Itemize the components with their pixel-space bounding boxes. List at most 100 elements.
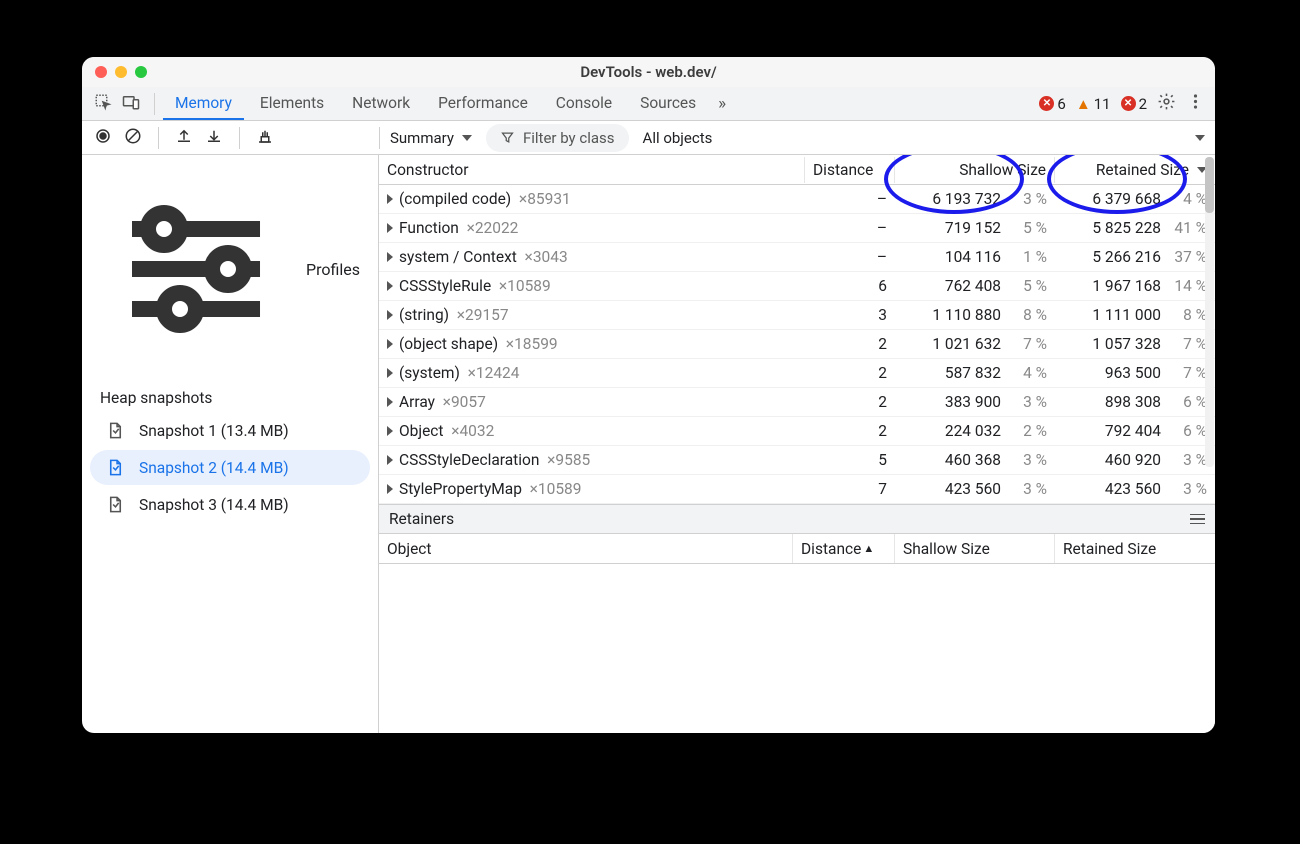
distance-cell: –: [805, 246, 895, 268]
col-constructor[interactable]: Constructor: [379, 157, 805, 183]
shallow-size-pct: 3 %: [1011, 393, 1047, 411]
tab-console[interactable]: Console: [544, 88, 624, 120]
table-row[interactable]: CSSStyleRule ×105896762 4085 %1 967 1681…: [379, 272, 1215, 301]
issues-badge[interactable]: ✕ 2: [1121, 95, 1147, 113]
shallow-size-value: 1 021 632: [932, 335, 1001, 353]
table-row[interactable]: StylePropertyMap ×105897423 5603 %423 56…: [379, 475, 1215, 504]
expand-icon[interactable]: [387, 368, 393, 378]
table-row[interactable]: (object shape) ×1859921 021 6327 %1 057 …: [379, 330, 1215, 359]
tab-network[interactable]: Network: [340, 88, 422, 120]
expand-icon[interactable]: [387, 339, 393, 349]
ret-col-distance[interactable]: Distance▲: [793, 534, 895, 563]
clear-icon[interactable]: [124, 127, 142, 149]
retained-size-pct: 6 %: [1171, 422, 1207, 440]
table-row[interactable]: Function ×22022–719 1525 %5 825 22841 %: [379, 214, 1215, 243]
tab-elements[interactable]: Elements: [248, 88, 336, 120]
instance-count: ×85931: [519, 190, 571, 208]
constructor-name: Function: [399, 219, 459, 237]
col-shallow-size[interactable]: Shallow Size: [895, 157, 1055, 183]
distance-cell: –: [805, 217, 895, 239]
scrollbar[interactable]: [1205, 157, 1214, 467]
collect-garbage-icon[interactable]: [256, 127, 274, 149]
retained-size-pct: 41 %: [1171, 219, 1207, 237]
snapshot-icon: [106, 495, 125, 514]
window-title: DevTools - web.dev/: [82, 63, 1215, 81]
col-retained-size[interactable]: Retained Size: [1055, 157, 1215, 183]
expand-icon[interactable]: [387, 310, 393, 320]
ret-col-retained[interactable]: Retained Size: [1055, 534, 1215, 563]
upload-icon[interactable]: [175, 127, 193, 149]
constructor-name: system / Context: [399, 248, 517, 266]
scrollbar-thumb[interactable]: [1205, 157, 1214, 213]
tab-sources[interactable]: Sources: [628, 88, 708, 120]
shallow-size-pct: 3 %: [1011, 190, 1047, 208]
snapshot-icon: [106, 458, 125, 477]
shallow-size-pct: 4 %: [1011, 364, 1047, 382]
download-icon[interactable]: [205, 127, 223, 149]
distance-cell: 5: [805, 449, 895, 471]
settings-icon[interactable]: [1157, 92, 1176, 115]
expand-icon[interactable]: [387, 281, 393, 291]
devtools-tabbar: Memory Elements Network Performance Cons…: [82, 87, 1215, 121]
retainers-bar[interactable]: Retainers: [379, 504, 1215, 534]
summary-dropdown[interactable]: Summary: [390, 129, 472, 147]
filter-by-class-input[interactable]: Filter by class: [486, 124, 629, 152]
inspect-icon[interactable]: [94, 93, 112, 115]
close-window-button[interactable]: [95, 66, 107, 78]
errors-badge[interactable]: ✕ 6: [1039, 95, 1065, 113]
snapshot-1-item[interactable]: Snapshot 1 (13.4 MB): [90, 413, 370, 448]
zoom-window-button[interactable]: [135, 66, 147, 78]
shallow-size-pct: 1 %: [1011, 248, 1047, 266]
shallow-size-pct: 7 %: [1011, 335, 1047, 353]
col-distance[interactable]: Distance: [805, 157, 895, 183]
instance-count: ×29157: [457, 306, 509, 324]
hamburger-icon[interactable]: [1190, 514, 1205, 525]
retained-size-pct: 14 %: [1171, 277, 1207, 295]
retained-size-value: 1 967 168: [1092, 277, 1161, 295]
distance-cell: 3: [805, 304, 895, 326]
shallow-size-value: 719 152: [945, 219, 1001, 237]
shallow-size-value: 460 368: [945, 451, 1001, 469]
expand-icon[interactable]: [387, 455, 393, 465]
table-row[interactable]: CSSStyleDeclaration ×95855460 3683 %460 …: [379, 446, 1215, 475]
expand-icon[interactable]: [387, 223, 393, 233]
profiles-header[interactable]: Profiles: [82, 163, 378, 375]
table-row[interactable]: (compiled code) ×85931–6 193 7323 %6 379…: [379, 185, 1215, 214]
ret-col-object[interactable]: Object: [379, 534, 793, 563]
table-row[interactable]: Array ×90572383 9003 %898 3086 %: [379, 388, 1215, 417]
constructor-name: Array: [399, 393, 435, 411]
more-menu-icon[interactable]: [1186, 92, 1205, 115]
traffic-lights: [95, 66, 147, 78]
warnings-badge[interactable]: ▲ 11: [1076, 95, 1111, 113]
tab-memory[interactable]: Memory: [163, 88, 244, 120]
table-row[interactable]: (string) ×2915731 110 8808 %1 111 0008 %: [379, 301, 1215, 330]
expand-icon[interactable]: [387, 397, 393, 407]
snapshot-3-item[interactable]: Snapshot 3 (14.4 MB): [90, 487, 370, 522]
table-row[interactable]: system / Context ×3043–104 1161 %5 266 2…: [379, 243, 1215, 272]
table-row[interactable]: Object ×40322224 0322 %792 4046 %: [379, 417, 1215, 446]
all-objects-dropdown[interactable]: All objects: [643, 129, 713, 147]
shallow-size-value: 762 408: [945, 277, 1001, 295]
expand-icon[interactable]: [387, 426, 393, 436]
instance-count: ×9585: [547, 451, 590, 469]
snapshot-2-item[interactable]: Snapshot 2 (14.4 MB): [90, 450, 370, 485]
instance-count: ×10589: [499, 277, 551, 295]
ret-col-shallow[interactable]: Shallow Size: [895, 534, 1055, 563]
instance-count: ×10589: [530, 480, 582, 498]
expand-icon[interactable]: [387, 252, 393, 262]
overflow-icon[interactable]: [1195, 135, 1205, 141]
warnings-count: 11: [1094, 95, 1111, 113]
shallow-size-pct: 3 %: [1011, 480, 1047, 498]
retained-size-value: 1 111 000: [1092, 306, 1161, 324]
more-tabs-icon[interactable]: »: [712, 94, 732, 114]
minimize-window-button[interactable]: [115, 66, 127, 78]
table-row[interactable]: (system) ×124242587 8324 %963 5007 %: [379, 359, 1215, 388]
expand-icon[interactable]: [387, 484, 393, 494]
retained-size-value: 423 560: [1105, 480, 1161, 498]
instance-count: ×9057: [443, 393, 486, 411]
tab-performance[interactable]: Performance: [426, 88, 540, 120]
expand-icon[interactable]: [387, 194, 393, 204]
device-toolbar-icon[interactable]: [122, 93, 140, 115]
record-icon[interactable]: [94, 127, 112, 149]
shallow-size-value: 423 560: [945, 480, 1001, 498]
